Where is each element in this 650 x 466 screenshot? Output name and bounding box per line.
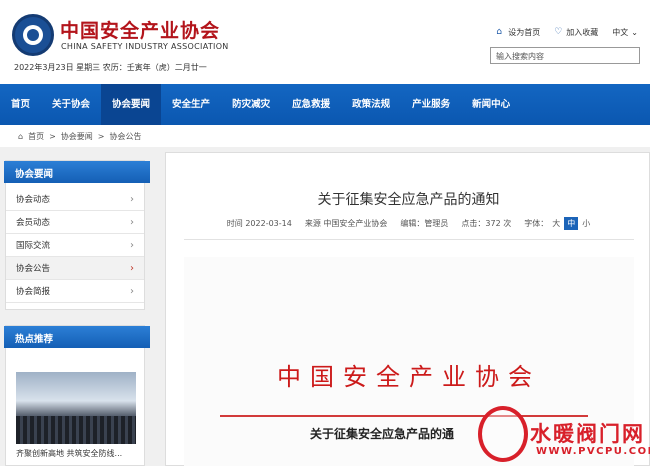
top-links: ⌂ 设为首页 ♡ 加入收藏 中文 ⌄ [496,27,638,38]
chevron-right-icon: › [130,262,134,274]
font-size-medium[interactable]: 中 [564,217,579,230]
site-header: 中国安全产业协会 CHINA SAFETY INDUSTRY ASSOCIATI… [0,0,650,84]
watermark-text: 水暖阀门网 [530,422,645,446]
sidebar-item-notices[interactable]: 协会公告 › [6,257,144,280]
nav-item-policy[interactable]: 政策法规 [341,84,401,125]
chevron-down-icon: ⌄ [631,28,638,37]
article-editor: 编辑：管理员 [400,219,449,228]
article-title: 关于征集安全应急产品的通知 [317,192,500,208]
hot-recommend: 热点推荐 齐聚创新高地 共筑安全防线... [4,325,150,466]
site-title-en: CHINA SAFETY INDUSTRY ASSOCIATION [61,42,229,51]
sidebar-news: 协会要闻 协会动态 › 会员动态 › 国际交流 › 协会公告 › 协会简报 › [4,160,150,310]
sidebar-item-members[interactable]: 会员动态 › [6,211,144,234]
site-title[interactable]: 中国安全产业协会 [60,16,220,43]
font-size-small[interactable]: 小 [582,218,590,229]
article-time: 时间 2022-03-14 [226,219,292,228]
breadcrumb-sep: > [49,131,56,141]
chevron-right-icon: › [130,193,134,205]
chevron-right-icon: › [130,216,134,228]
watermark-logo-icon [478,406,528,462]
language-select[interactable]: 中文 ⌄ [612,27,638,38]
hot-image[interactable] [16,372,136,444]
sidebar-title: 协会要闻 [4,161,150,183]
document-subheading: 关于征集安全应急产品的通 [310,427,455,441]
sidebar-list: 协会动态 › 会员动态 › 国际交流 › 协会公告 › 协会简报 › [6,188,144,303]
font-size-switch: 字体： 大 中 小 [524,217,590,230]
article-meta: 时间 2022-03-14 来源 中国安全产业协会 编辑：管理员 点击：372 … [166,217,650,230]
main-nav: 首页 关于协会 协会要闻 安全生产 防灾减灾 应急救援 政策法规 产业服务 新闻… [0,84,650,125]
nav-item-news[interactable]: 协会要闻 [101,84,162,125]
add-favorite-link[interactable]: ♡ 加入收藏 [554,27,598,38]
breadcrumb-news[interactable]: 协会要闻 [61,131,93,142]
font-label: 字体： [524,219,549,228]
document-heading: 中国安全产业协会 [277,363,541,391]
breadcrumb-current[interactable]: 协会公告 [109,131,141,142]
document-red-line [220,415,588,417]
home-icon: ⌂ [18,131,24,141]
watermark-url: WWW.PVCPU.COM [536,446,650,457]
home-icon: ⌂ [496,27,503,37]
article-source: 来源 中国安全产业协会 [304,219,388,228]
nav-item-safety[interactable]: 安全生产 [161,84,221,125]
logo-center [27,29,39,41]
breadcrumb: ⌂ 首页 > 协会要闻 > 协会公告 [0,125,650,147]
chevron-right-icon: › [130,239,134,251]
date-line: 2022年3月23日 星期三 农历：壬寅年（虎）二月廿一 [14,63,207,72]
breadcrumb-home[interactable]: 首页 [28,131,44,142]
sidebar-item-briefs[interactable]: 协会简报 › [6,280,144,303]
breadcrumb-sep: > [97,131,105,141]
sidebar-item-international[interactable]: 国际交流 › [6,234,144,257]
nav-item-industry[interactable]: 产业服务 [401,84,461,125]
heart-icon: ♡ [554,27,563,37]
hot-title: 热点推荐 [4,326,150,348]
search-input[interactable]: 输入搜索内容 [490,47,640,64]
nav-item-rescue[interactable]: 应急救援 [281,84,341,125]
nav-item-home[interactable]: 首页 [0,84,41,125]
nav-item-newscenter[interactable]: 新闻中心 [461,84,521,125]
nav-item-about[interactable]: 关于协会 [41,84,101,125]
divider [184,239,634,240]
nav-item-disaster[interactable]: 防灾减灾 [221,84,281,125]
sidebar-item-dynamics[interactable]: 协会动态 › [6,188,144,211]
hot-caption[interactable]: 齐聚创新高地 共筑安全防线... [16,448,122,459]
crowd-image [16,416,136,444]
chevron-right-icon: › [130,285,134,297]
article-clicks: 点击：372 次 [461,219,512,228]
set-homepage-link[interactable]: ⌂ 设为首页 [496,27,540,38]
association-logo[interactable] [12,14,54,56]
font-size-large[interactable]: 大 [552,218,560,229]
